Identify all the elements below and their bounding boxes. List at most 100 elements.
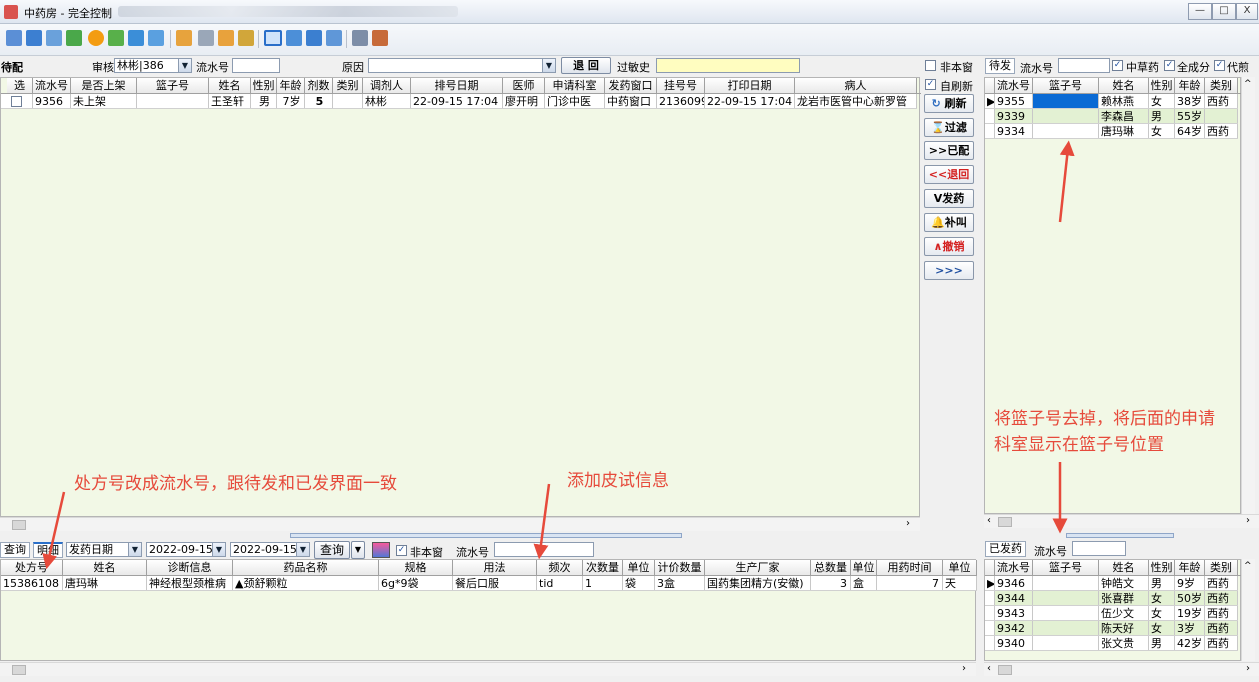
chevron-down-icon[interactable]: ▼ (128, 543, 141, 556)
column-header[interactable]: 姓名 (1099, 78, 1149, 93)
chat-icon[interactable] (108, 30, 124, 46)
column-header[interactable]: 挂号号 (657, 78, 705, 93)
column-header[interactable]: 类别 (333, 78, 363, 93)
scale-icon[interactable] (326, 30, 342, 46)
column-header[interactable]: 单位 (943, 560, 977, 575)
scroll-left-arrow[interactable]: ‹ (987, 515, 991, 526)
main-horizontal-scrollbar[interactable]: › (0, 517, 920, 531)
column-header[interactable]: 姓名 (63, 560, 147, 575)
more-button[interactable]: >>> (924, 261, 974, 280)
table-row[interactable]: 9334 唐玛琳女 64岁 西药 (985, 124, 1238, 139)
column-header[interactable]: 打印日期 (705, 78, 795, 93)
recall-button[interactable]: 🔔补叫 (924, 213, 974, 232)
scroll-up-arrow[interactable]: ^ (1244, 79, 1252, 89)
chevron-down-icon[interactable]: ▼ (178, 59, 191, 72)
column-header[interactable]: 计价数量 (655, 560, 705, 575)
column-header[interactable]: 病人 (795, 78, 917, 93)
non-window-checkbox[interactable] (925, 60, 936, 71)
emoji-icon[interactable] (88, 30, 104, 46)
return-side-button[interactable]: <<退回 (924, 165, 974, 184)
monitor-icon[interactable] (6, 30, 22, 46)
scroll-right-arrow[interactable]: › (962, 663, 966, 674)
column-header[interactable]: 年龄 (1175, 560, 1205, 575)
column-header[interactable]: 用药时间 (877, 560, 943, 575)
date-to-picker[interactable]: 2022-09-15 ▼ (230, 542, 310, 557)
detail-horizontal-scrollbar[interactable]: › (0, 662, 976, 676)
close-button[interactable]: X (1236, 3, 1258, 20)
dispensed-horizontal-scrollbar[interactable]: ‹ › (984, 662, 1259, 676)
tab-query[interactable]: 查询 (0, 542, 30, 558)
column-header[interactable]: 频次 (537, 560, 583, 575)
column-header[interactable]: 姓名 (209, 78, 251, 93)
user-icon[interactable] (176, 30, 192, 46)
date-type-select[interactable]: 发药日期 ▼ (66, 542, 142, 557)
column-header[interactable]: 诊断信息 (147, 560, 233, 575)
scroll-left-arrow[interactable]: ‹ (987, 663, 991, 674)
dispensed-button[interactable]: >>已配 (924, 141, 974, 160)
column-header[interactable]: 剂数 (305, 78, 333, 93)
folder-icon[interactable] (218, 30, 234, 46)
screen-icon[interactable] (26, 30, 42, 46)
column-header[interactable]: 选 (7, 78, 33, 93)
pending-vertical-scrollbar[interactable]: ^ (1241, 77, 1255, 514)
pending-serial-input[interactable] (1058, 58, 1110, 73)
column-header[interactable]: 调剂人 (363, 78, 411, 93)
pending-horizontal-scrollbar[interactable]: ‹ › (984, 514, 1259, 528)
dispense-button[interactable]: V发药 (924, 189, 974, 208)
query-dropdown-arrow[interactable]: ▼ (351, 541, 365, 559)
chevron-down-icon[interactable]: ▼ (212, 543, 225, 556)
column-header[interactable]: 类别 (1205, 78, 1238, 93)
column-header[interactable]: 次数量 (583, 560, 623, 575)
column-header[interactable]: 单位 (851, 560, 877, 575)
fit-icon[interactable] (286, 30, 302, 46)
column-header[interactable]: 性别 (1149, 78, 1175, 93)
transfer-icon[interactable] (66, 30, 82, 46)
column-header[interactable]: 篮子号 (1033, 560, 1099, 575)
column-header[interactable]: 是否上架 (71, 78, 137, 93)
column-header[interactable]: 流水号 (995, 78, 1033, 93)
date-from-picker[interactable]: 2022-09-15 ▼ (146, 542, 226, 557)
file-icon[interactable] (238, 30, 254, 46)
column-header[interactable]: 单位 (623, 560, 655, 575)
column-header[interactable]: 申请科室 (545, 78, 605, 93)
filter-button[interactable]: ⌛过滤 (924, 118, 974, 137)
column-header[interactable]: 生产厂家 (705, 560, 811, 575)
phone-icon[interactable] (128, 30, 144, 46)
decoct-checkbox[interactable]: ✓ (1214, 60, 1225, 71)
column-header[interactable]: 篮子号 (137, 78, 209, 93)
table-row[interactable]: 9339 李森昌男 55岁 (985, 109, 1238, 124)
column-header[interactable]: 性别 (1149, 560, 1175, 575)
table-row[interactable]: ▶ 9355 赖林燕女 38岁 西药 (985, 94, 1238, 109)
column-header[interactable]: 流水号 (995, 560, 1033, 575)
maximize-button[interactable]: □ (1212, 3, 1236, 20)
minimize-button[interactable]: — (1188, 3, 1212, 20)
copy-icon[interactable] (352, 30, 368, 46)
column-header[interactable]: 类别 (1205, 560, 1238, 575)
tab-dispensed[interactable]: 已发药 (985, 541, 1026, 557)
reviewer-select[interactable]: 林彬|386 ▼ (114, 58, 192, 73)
column-header[interactable]: 发药窗口 (605, 78, 657, 93)
table-row[interactable]: 9340 张文贵男 42岁 西药 (985, 636, 1238, 651)
tools-icon[interactable] (372, 30, 388, 46)
print-icon[interactable] (372, 542, 390, 558)
table-row[interactable]: 9343 伍少文女 19岁 西药 (985, 606, 1238, 621)
column-header[interactable]: 年龄 (1175, 78, 1205, 93)
column-header[interactable]: 处方号 (1, 560, 63, 575)
return-button[interactable]: 退 回 (561, 57, 611, 74)
table-row[interactable]: 15386108 唐玛琳 神经根型颈椎病 ▲颈舒颗粒 6g*9袋 餐后口服 tid 1 袋 3盒国… (1, 576, 977, 591)
column-header[interactable]: 性别 (251, 78, 277, 93)
table-row[interactable]: 9356 未上架 王圣轩男 7岁 5 林彬 22-09-15 17:04 廖开明 门诊中医 中药窗… (1, 94, 917, 109)
scroll-up-arrow[interactable]: ^ (1244, 561, 1252, 571)
dispensed-vertical-scrollbar[interactable]: ^ (1241, 559, 1255, 661)
serial-input[interactable] (232, 58, 280, 73)
chevron-down-icon[interactable]: ▼ (542, 59, 555, 72)
cancel-button[interactable]: ∧撤销 (924, 237, 974, 256)
granule-checkbox[interactable]: ✓ (1164, 60, 1175, 71)
column-header[interactable]: 姓名 (1099, 560, 1149, 575)
allergy-input[interactable] (656, 58, 800, 73)
column-header[interactable]: 篮子号 (1033, 78, 1099, 93)
chevron-down-icon[interactable]: ▼ (296, 543, 309, 556)
column-header[interactable]: 年龄 (277, 78, 305, 93)
row-select-checkbox[interactable] (11, 96, 22, 107)
scroll-thumb[interactable] (12, 520, 26, 530)
